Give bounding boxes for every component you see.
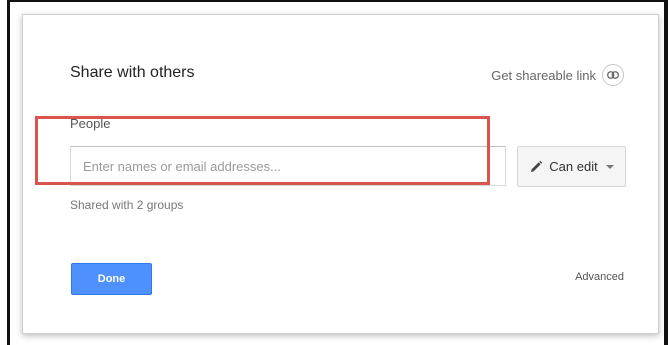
people-label: People — [70, 116, 111, 131]
background-edge-left — [7, 0, 10, 345]
get-shareable-link-button[interactable]: Get shareable link — [491, 64, 624, 86]
advanced-link[interactable]: Advanced — [575, 271, 624, 283]
shareable-link-label: Get shareable link — [491, 67, 596, 83]
screenshot-frame: Share with others Get shareable link Peo… — [0, 0, 668, 345]
chevron-down-icon — [605, 164, 614, 169]
background-edge-top — [7, 0, 668, 2]
shared-with-text: Shared with 2 groups — [70, 198, 184, 212]
background-edge-right — [664, 0, 668, 345]
people-input[interactable] — [70, 146, 506, 186]
permission-dropdown[interactable]: Can edit — [517, 146, 626, 187]
pencil-icon — [531, 160, 543, 172]
link-icon — [602, 64, 624, 86]
done-button[interactable]: Done — [71, 263, 152, 295]
permission-label: Can edit — [549, 159, 598, 174]
dialog-title: Share with others — [70, 64, 195, 81]
link-icon-glyph — [607, 71, 619, 79]
share-dialog: Share with others Get shareable link Peo… — [22, 14, 659, 334]
